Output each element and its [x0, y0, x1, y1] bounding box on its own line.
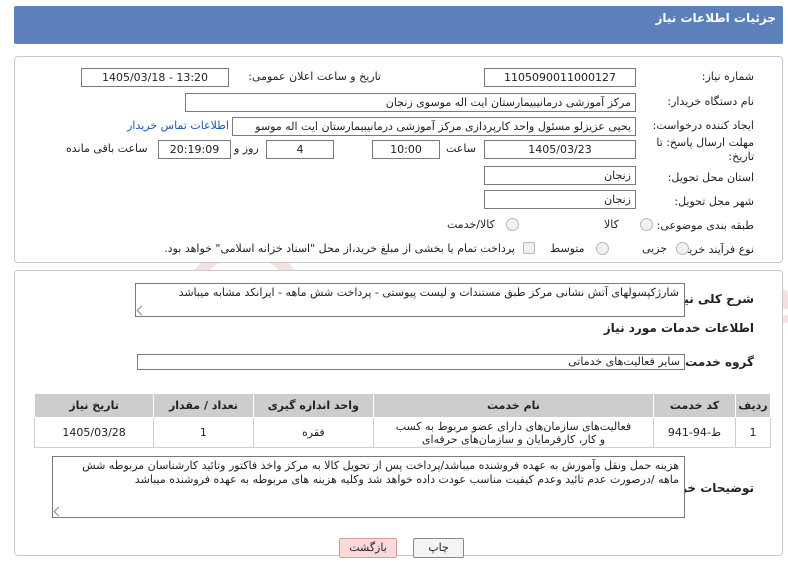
description-text: شارژکپسولهای آتش نشانی مرکز طبق مستندات …: [178, 286, 679, 299]
services-table: ردیف کد خدمت نام خدمت واحد اندازه گیری ت…: [33, 393, 771, 448]
resize-grip-icon[interactable]: [136, 305, 147, 316]
col-name-header: نام خدمت: [372, 393, 654, 418]
purchase-radio-minor[interactable]: [676, 242, 689, 255]
purchase-radio-medium[interactable]: [596, 242, 609, 255]
buyer-contact-link[interactable]: اطلاعات تماس خریدار: [124, 119, 229, 132]
requester-field[interactable]: یحیی عزیزلو مسئول واحد کارپردازی مرکز آم…: [232, 117, 636, 136]
description-textarea[interactable]: شارژکپسولهای آتش نشانی مرکز طبق مستندات …: [135, 283, 685, 317]
deadline-time-label: ساعت: [446, 142, 476, 155]
print-button[interactable]: چاپ: [413, 538, 464, 558]
purchase-option-medium: متوسط: [550, 242, 585, 255]
province-field[interactable]: زنجان: [484, 166, 636, 185]
col-date-header: تاریخ نیاز: [33, 393, 155, 418]
resize-grip-icon[interactable]: [53, 506, 64, 517]
table-row[interactable]: 1 ط-94-941 فعالیت‌های سازمان‌های دارای ع…: [33, 417, 771, 448]
row-date: 1405/03/28: [33, 417, 155, 448]
service-group-label: گروه خدمت:: [680, 355, 754, 369]
service-group-field[interactable]: سایر فعالیت‌های خدماتی: [137, 354, 685, 370]
back-button[interactable]: بازگشت: [339, 538, 397, 558]
buyer-org-label: نام دستگاه خریدار:: [667, 95, 754, 108]
days-label: روز و: [234, 142, 259, 155]
deadline-date-field[interactable]: 1405/03/23: [484, 140, 636, 159]
remaining-time-field[interactable]: 20:19:09: [158, 140, 231, 159]
col-code-header: کد خدمت: [652, 393, 737, 418]
remaining-time-label: ساعت باقی مانده: [66, 142, 148, 155]
row-service-name: فعالیت‌های سازمان‌های دارای عضو مربوط به…: [372, 417, 654, 448]
row-index: 1: [735, 417, 771, 448]
category-radio-goods[interactable]: [640, 218, 653, 231]
need-number-field[interactable]: 1105090011000127: [484, 68, 636, 87]
announce-date-field[interactable]: 1405/03/18 - 13:20: [81, 68, 229, 87]
category-option-goods: کالا: [604, 218, 619, 231]
deadline-time-field[interactable]: 10:00: [372, 140, 440, 159]
need-number-label: شماره نیاز:: [701, 70, 754, 83]
requester-label: ایجاد کننده درخواست:: [652, 119, 754, 132]
col-qty-header: تعداد / مقدار: [153, 393, 254, 418]
page-title: جزئیات اطلاعات نیاز: [655, 11, 776, 25]
row-code: ط-94-941: [652, 417, 737, 448]
treasury-payment-note: پرداخت تمام یا بخشی از مبلغ خرید،از محل …: [164, 242, 515, 255]
col-index-header: ردیف: [735, 393, 771, 418]
services-section-title: اطلاعات خدمات مورد نیاز: [603, 321, 754, 335]
col-unit-header: واحد اندازه گیری: [252, 393, 374, 418]
category-label: طبقه بندی موضوعی:: [656, 219, 754, 232]
buyer-notes-text: هزینه حمل ونقل وآموزش به عهده فروشنده می…: [82, 459, 679, 486]
category-option-goods-service: کالا/خدمت: [447, 218, 495, 231]
buyer-org-field[interactable]: مرکز آموزشی درمانیبیمارستان ایت اله موسو…: [185, 93, 636, 112]
province-label: استان محل تحویل:: [667, 171, 754, 184]
services-table-header: ردیف کد خدمت نام خدمت واحد اندازه گیری ت…: [33, 393, 771, 418]
category-radio-goods-service[interactable]: [506, 218, 519, 231]
row-unit: فقره: [252, 417, 374, 448]
days-count-field[interactable]: 4: [266, 140, 334, 159]
announce-date-label: تاریخ و ساعت اعلان عمومی:: [248, 70, 381, 83]
buyer-notes-textarea[interactable]: هزینه حمل ونقل وآموزش به عهده فروشنده می…: [52, 456, 685, 518]
purchase-option-minor: جزیی: [642, 242, 668, 255]
row-qty: 1: [153, 417, 254, 448]
deadline-label: مهلت ارسال پاسخ: تا تاریخ:: [656, 136, 754, 163]
treasury-payment-checkbox[interactable]: [523, 242, 535, 254]
city-label: شهر محل تحویل:: [674, 195, 754, 208]
city-field[interactable]: زنجان: [484, 190, 636, 209]
